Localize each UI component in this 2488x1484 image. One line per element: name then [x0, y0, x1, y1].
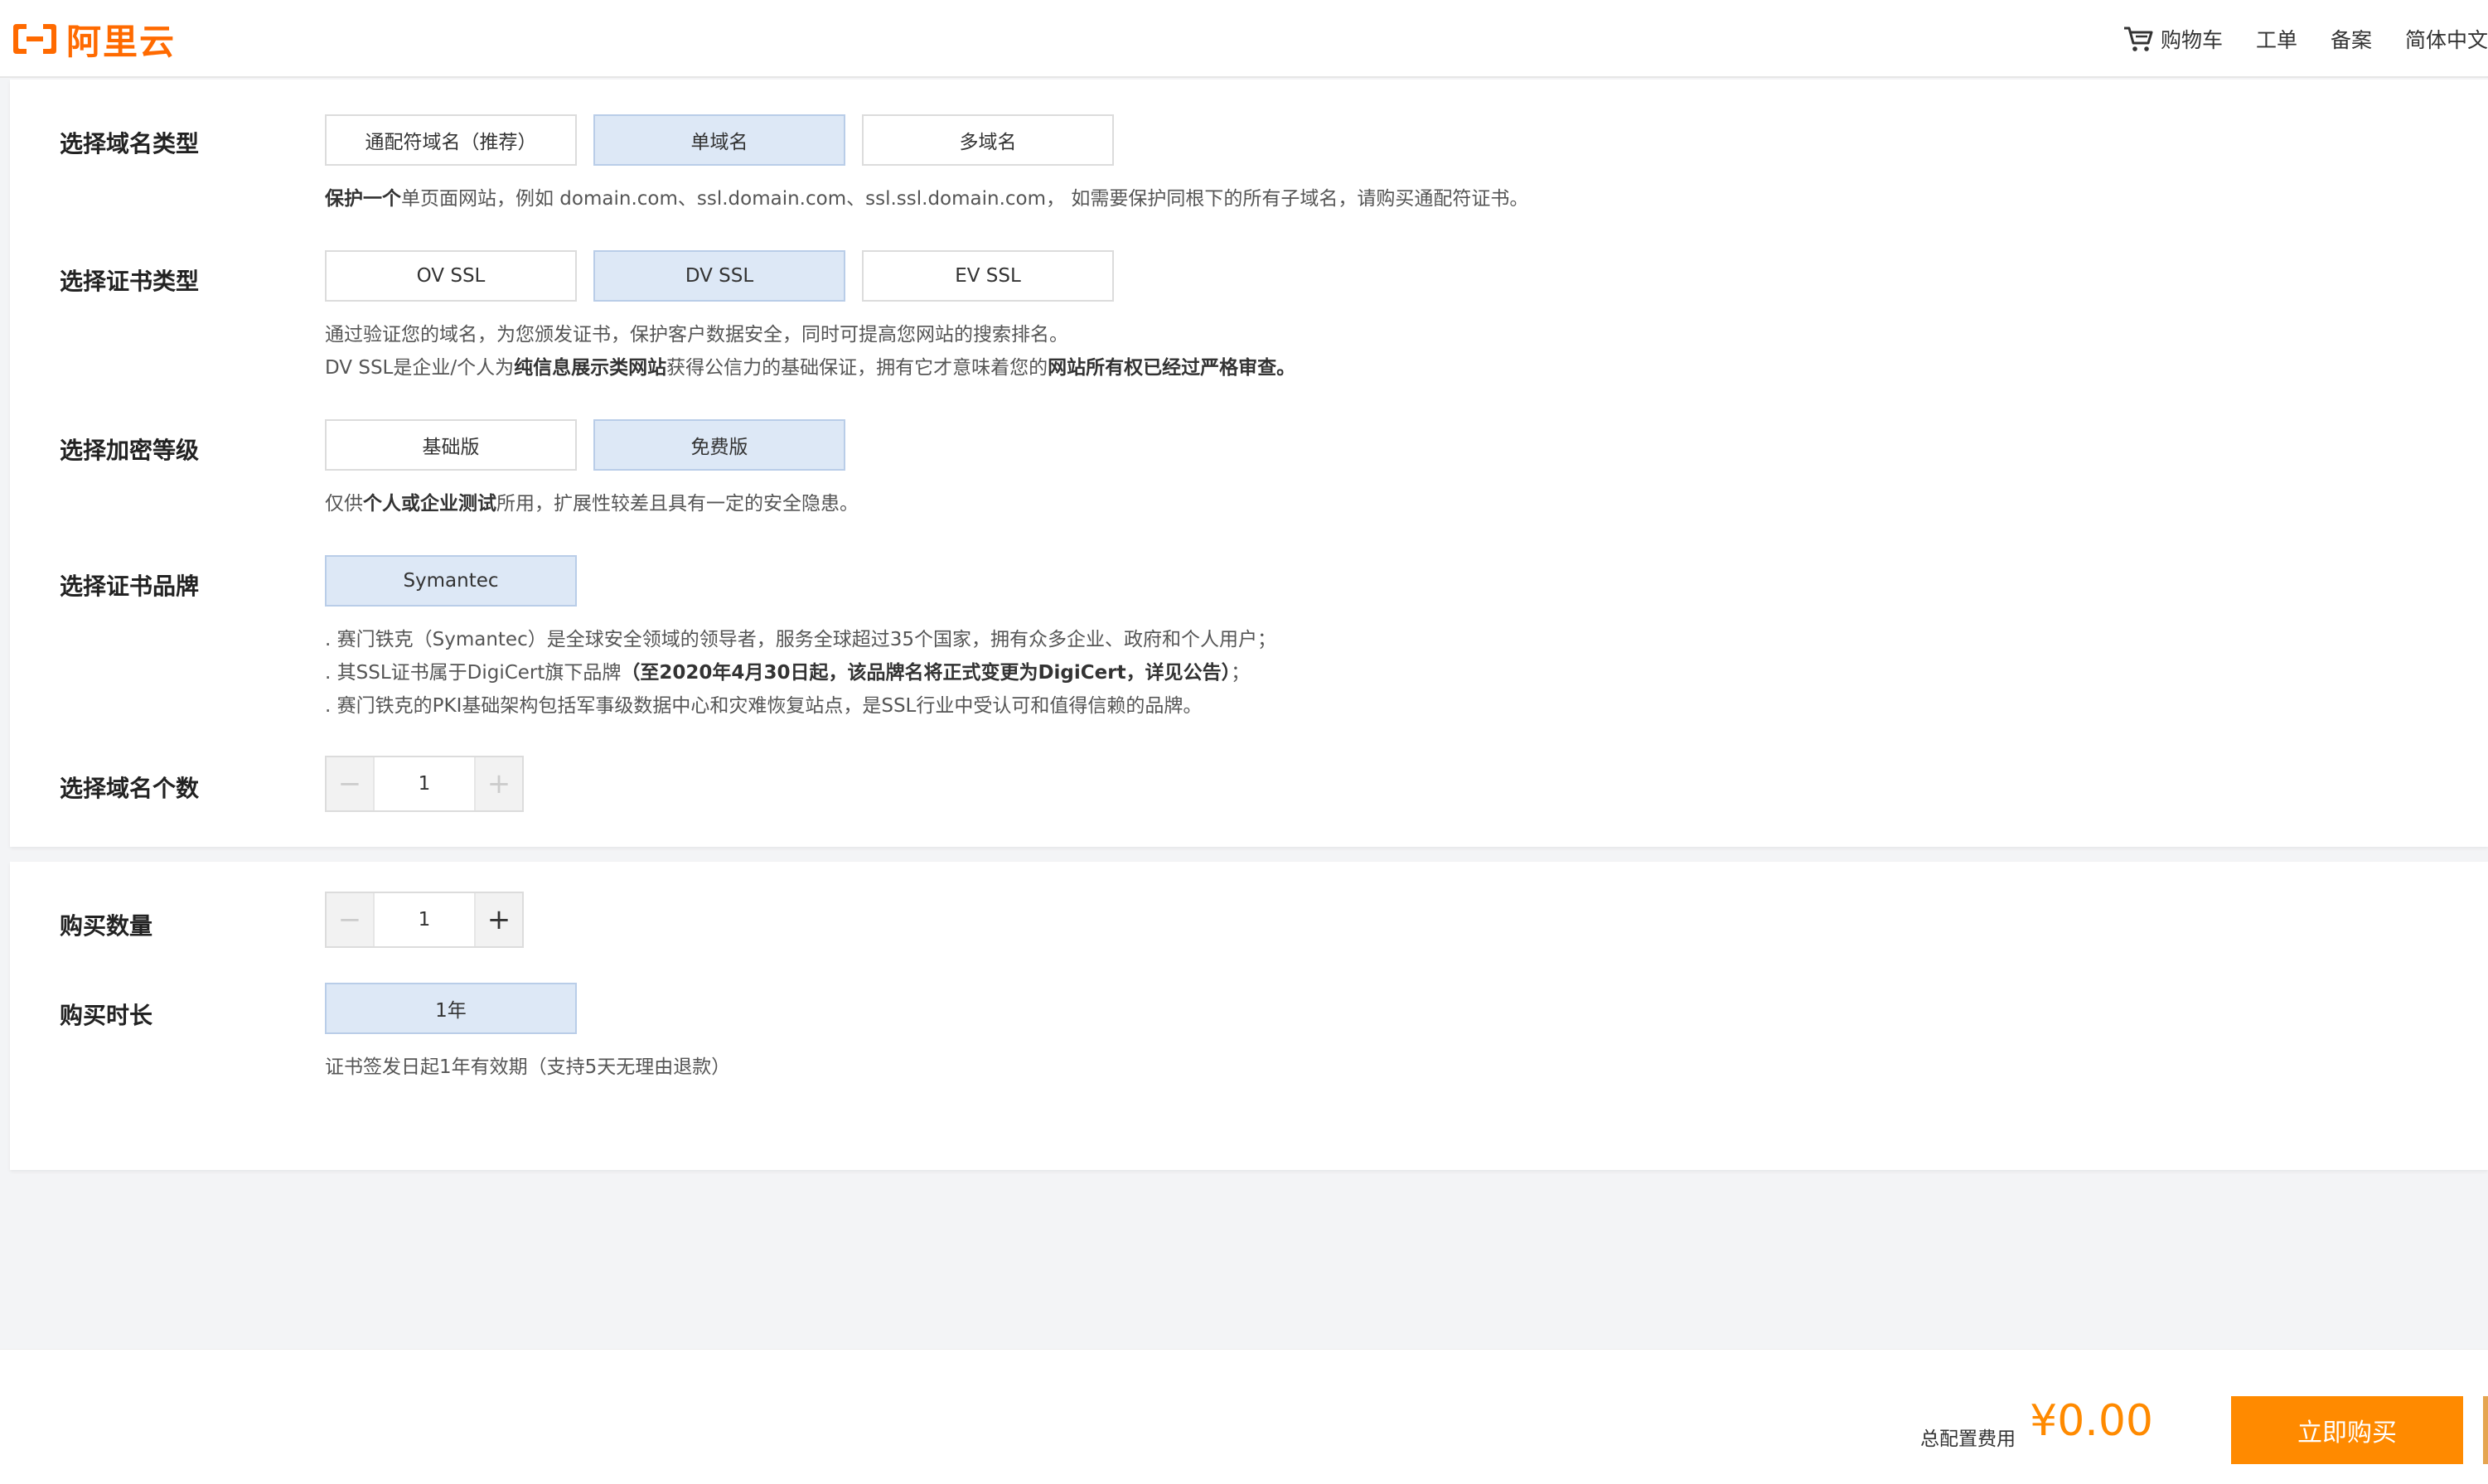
domain-type-option-wildcard[interactable]: 通配符域名（推荐）	[325, 114, 577, 166]
brand-description-line2: . 其SSL证书属于DigiCert旗下品牌（至2020年4月30日起，该品牌名…	[325, 656, 1250, 689]
purchase-panel: 购买数量 − 1 + 购买时长 1年 证书签发日起1年有效期（支持5天无理由退款…	[10, 862, 2488, 1170]
cert-type-description-line2: DV SSL是企业/个人为纯信息展示类网站获得公信力的基础保证，拥有它才意味着您…	[325, 351, 1295, 384]
cert-type-desc-c: 获得公信力的基础保证，拥有它才意味着您的	[666, 357, 1048, 379]
encryption-option-free[interactable]: 免费版	[593, 419, 845, 471]
brand-description-line3: . 赛门铁克的PKI基础架构包括军事级数据中心和灾难恢复站点，是SSL行业中受认…	[325, 695, 1203, 717]
brand-desc-line2-a: . 其SSL证书属于DigiCert旗下品牌	[325, 662, 622, 684]
encryption-level-label: 选择加密等级	[60, 437, 200, 464]
top-bar: 阿里云 购物车 工单 备案 简体中文	[0, 0, 2488, 78]
encryption-option-basic[interactable]: 基础版	[325, 419, 577, 471]
cert-type-desc-d: 网站所有权已经过严格审查。	[1048, 357, 1296, 379]
brand-option-symantec[interactable]: Symantec	[325, 555, 577, 607]
domain-count-stepper: − 1 +	[325, 756, 524, 812]
domain-count-decrement-button[interactable]: −	[327, 757, 373, 810]
purchase-quantity-label: 购买数量	[60, 912, 153, 940]
cert-type-option-ev[interactable]: EV SSL	[862, 250, 1114, 302]
duration-option-1-year[interactable]: 1年	[325, 983, 577, 1034]
domain-count-value[interactable]: 1	[373, 757, 476, 810]
domain-count-label: 选择域名个数	[60, 775, 200, 802]
total-cost-label: 总配置费用	[1920, 1428, 2016, 1450]
cert-type-label: 选择证书类型	[60, 268, 200, 295]
quantity-value[interactable]: 1	[373, 893, 476, 946]
domain-type-option-multi[interactable]: 多域名	[862, 114, 1114, 166]
brand-desc-line2-b: （至2020年4月30日起，该品牌名将正式变更为DigiCert，详见公告）	[621, 662, 1232, 684]
ticket-link[interactable]: 工单	[2256, 24, 2297, 54]
cert-type-option-dv[interactable]: DV SSL	[593, 250, 845, 302]
footer-bar: 总配置费用 ¥0.00 立即购买	[0, 1349, 2488, 1484]
domain-type-desc-bold: 保护一个	[325, 188, 401, 210]
cart-link[interactable]: 购物车	[2123, 24, 2223, 54]
encryption-desc-a: 仅供	[325, 493, 363, 515]
domain-type-desc-rest: 单页面网站，例如 domain.com、ssl.domain.com、ssl.s…	[401, 188, 1529, 210]
cert-type-desc-a: DV SSL是企业/个人为	[325, 357, 515, 379]
domain-type-label: 选择域名类型	[60, 130, 200, 157]
cert-type-description-line1: 通过验证您的域名，为您颁发证书，保护客户数据安全，同时可提高您网站的搜索排名。	[325, 324, 1068, 346]
top-nav: 购物车 工单 备案 简体中文	[2123, 18, 2488, 60]
domain-type-option-single[interactable]: 单域名	[593, 114, 845, 166]
domain-count-increment-button[interactable]: +	[476, 757, 522, 810]
cert-type-option-ov[interactable]: OV SSL	[325, 250, 577, 302]
filing-link[interactable]: 备案	[2331, 24, 2372, 54]
config-panel: 选择域名类型 通配符域名（推荐） 单域名 多域名 保护一个单页面网站，例如 do…	[10, 80, 2488, 847]
brand-description-line1: . 赛门铁克（Symantec）是全球安全领域的领导者，服务全球超过35个国家，…	[325, 629, 1276, 650]
logo-text: 阿里云	[66, 21, 177, 62]
quantity-decrement-button[interactable]: −	[327, 893, 373, 946]
aliyun-logo[interactable]: 阿里云	[10, 20, 176, 62]
quantity-increment-button[interactable]: +	[476, 893, 522, 946]
buy-now-button[interactable]: 立即购买	[2231, 1396, 2463, 1464]
encryption-description: 仅供个人或企业测试所用，扩展性较差且具有一定的安全隐患。	[325, 487, 859, 520]
encryption-desc-c: 所用，扩展性较差且具有一定的安全隐患。	[496, 493, 859, 515]
brand-desc-line2-c: ；	[1231, 662, 1251, 684]
cert-type-desc-b: 纯信息展示类网站	[514, 357, 667, 379]
cert-brand-label: 选择证书品牌	[60, 573, 200, 600]
duration-description: 证书签发日起1年有效期（支持5天无理由退款）	[325, 1056, 731, 1078]
cart-label: 购物车	[2160, 28, 2223, 52]
language-switch[interactable]: 简体中文	[2405, 24, 2488, 54]
cart-icon	[2123, 27, 2153, 51]
purchase-quantity-stepper: − 1 +	[325, 892, 524, 948]
domain-type-description: 保护一个单页面网站，例如 domain.com、ssl.domain.com、s…	[325, 182, 1528, 215]
encryption-desc-b: 个人或企业测试	[363, 493, 496, 515]
total-price: ¥0.00	[2030, 1396, 2153, 1446]
purchase-duration-label: 购买时长	[60, 1002, 153, 1029]
aliyun-logo-icon	[13, 24, 56, 54]
side-tab[interactable]	[2483, 1396, 2488, 1464]
